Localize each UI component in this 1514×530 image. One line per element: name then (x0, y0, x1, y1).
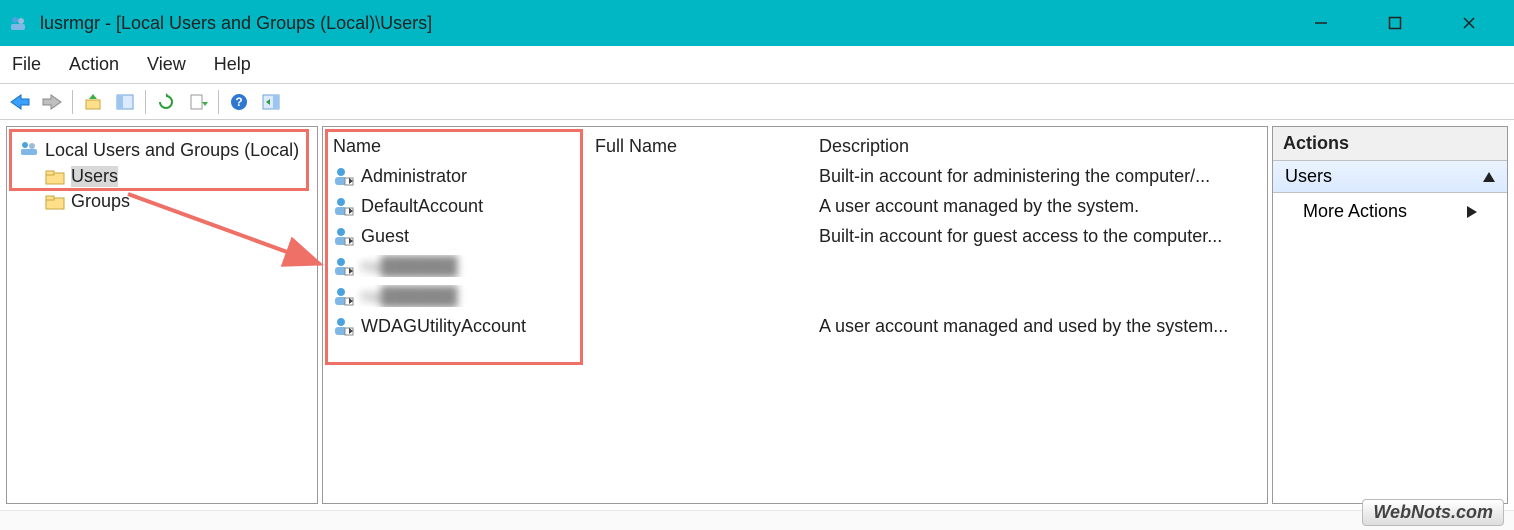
users-groups-icon (19, 139, 39, 162)
user-name-text: WDAGUtilityAccount (361, 316, 526, 337)
tree-pane: Local Users and Groups (Local) Users Gro… (6, 126, 318, 504)
user-icon (333, 225, 355, 247)
user-row[interactable]: Guest Built-in account for guest access t… (323, 221, 1267, 251)
window-title: lusrmgr - [Local Users and Groups (Local… (40, 13, 432, 34)
menu-view[interactable]: View (147, 54, 186, 75)
column-header-fullname[interactable]: Full Name (585, 136, 809, 157)
toolbar-separator (72, 90, 73, 114)
folder-icon (45, 194, 65, 210)
back-button[interactable] (6, 88, 34, 116)
cell-name: na██████ (323, 255, 585, 277)
main-content: Local Users and Groups (Local) Users Gro… (0, 120, 1514, 510)
submenu-icon (1467, 206, 1477, 218)
tree-item-groups[interactable]: Groups (15, 189, 309, 214)
menu-bar: File Action View Help (0, 46, 1514, 84)
user-name-text: Administrator (361, 166, 467, 187)
cell-name: WDAGUtilityAccount (323, 315, 585, 337)
actions-more-label: More Actions (1303, 201, 1407, 222)
user-row[interactable]: WDAGUtilityAccount A user account managed… (323, 311, 1267, 341)
tree-groups-label: Groups (71, 191, 130, 212)
list-rows: Administrator Built-in account for admini… (323, 161, 1267, 341)
cell-name: DefaultAccount (323, 195, 585, 217)
folder-icon (45, 169, 65, 185)
cell-name: Guest (323, 225, 585, 247)
column-header-name[interactable]: Name (323, 136, 585, 157)
list-pane: Name Full Name Description Administrator… (322, 126, 1268, 504)
menu-help[interactable]: Help (214, 54, 251, 75)
export-list-button[interactable] (184, 88, 212, 116)
maximize-button[interactable] (1358, 0, 1432, 46)
title-bar: lusrmgr - [Local Users and Groups (Local… (0, 0, 1514, 46)
toolbar: ? (0, 84, 1514, 120)
close-button[interactable] (1432, 0, 1506, 46)
menu-action[interactable]: Action (69, 54, 119, 75)
tree-item-users[interactable]: Users (15, 164, 309, 189)
toolbar-separator (145, 90, 146, 114)
column-header-description[interactable]: Description (809, 136, 1267, 157)
tree-root-item[interactable]: Local Users and Groups (Local) (15, 137, 309, 164)
list-header-row: Name Full Name Description (323, 127, 1267, 161)
user-icon (333, 195, 355, 217)
tree-root-label: Local Users and Groups (Local) (45, 140, 299, 161)
user-icon (333, 165, 355, 187)
user-name-text: DefaultAccount (361, 196, 483, 217)
cell-name: na██████ (323, 285, 585, 307)
actions-more-actions[interactable]: More Actions (1273, 193, 1507, 230)
window-controls (1284, 0, 1506, 46)
user-icon (333, 285, 355, 307)
cell-description: Built-in account for guest access to the… (809, 226, 1267, 247)
status-bar (0, 510, 1514, 530)
user-row[interactable]: Administrator Built-in account for admini… (323, 161, 1267, 191)
up-level-button[interactable] (79, 88, 107, 116)
user-name-text: na██████ (361, 256, 458, 277)
cell-name: Administrator (323, 165, 585, 187)
user-row[interactable]: na██████ (323, 281, 1267, 311)
actions-section-users[interactable]: Users (1273, 161, 1507, 193)
toolbar-separator (218, 90, 219, 114)
cell-description: A user account managed by the system. (809, 196, 1267, 217)
user-icon (333, 315, 355, 337)
user-row[interactable]: DefaultAccount A user account managed by … (323, 191, 1267, 221)
actions-section-label: Users (1285, 166, 1332, 187)
refresh-button[interactable] (152, 88, 180, 116)
cell-description: Built-in account for administering the c… (809, 166, 1267, 187)
minimize-button[interactable] (1284, 0, 1358, 46)
app-icon (8, 13, 28, 33)
user-name-text: Guest (361, 226, 409, 247)
cell-description: A user account managed and used by the s… (809, 316, 1267, 337)
tree-users-label: Users (71, 166, 118, 187)
show-hide-tree-button[interactable] (111, 88, 139, 116)
forward-button[interactable] (38, 88, 66, 116)
user-row[interactable]: na██████ (323, 251, 1267, 281)
user-icon (333, 255, 355, 277)
collapse-icon (1483, 172, 1495, 182)
user-name-text: na██████ (361, 286, 458, 307)
actions-header: Actions (1273, 127, 1507, 161)
show-action-pane-button[interactable] (257, 88, 285, 116)
menu-file[interactable]: File (12, 54, 41, 75)
help-button[interactable]: ? (225, 88, 253, 116)
watermark: WebNots.com (1362, 499, 1504, 526)
actions-pane: Actions Users More Actions (1272, 126, 1508, 504)
svg-text:?: ? (235, 95, 242, 109)
